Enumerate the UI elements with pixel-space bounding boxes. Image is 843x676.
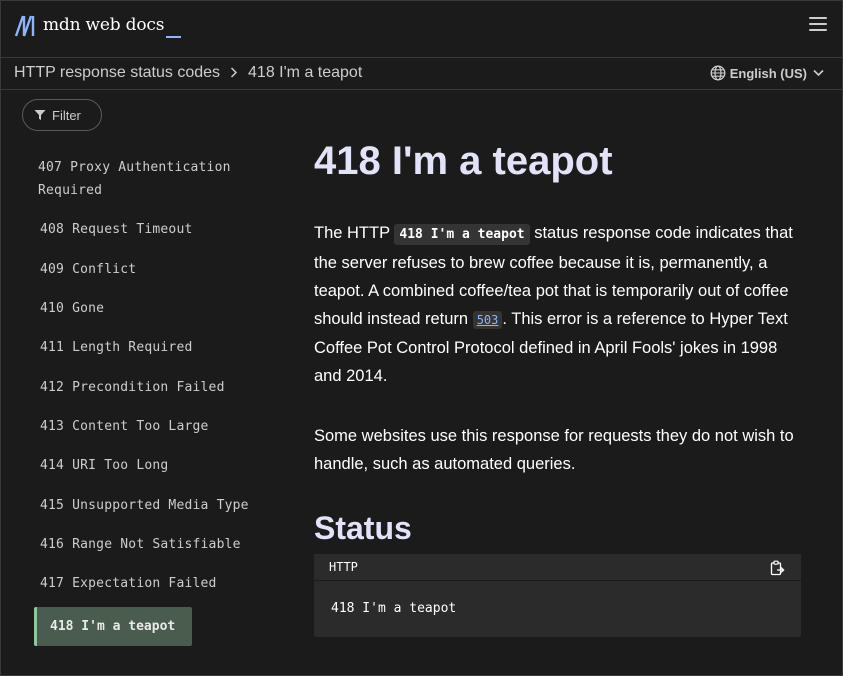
sidebar-item-415[interactable]: 415 Unsupported Media Type [40,494,249,517]
page: mdn web docs HTTP response status codes … [0,0,843,676]
breadcrumb-parent-link[interactable]: HTTP response status codes [14,64,220,82]
code-language-label: HTTP [329,560,358,574]
code-block-header: HTTP [314,554,801,581]
logo-cursor [166,36,182,38]
filter-button[interactable]: Filter [22,99,102,131]
status-heading: Status [314,510,412,546]
breadcrumb: HTTP response status codes 418 I'm a tea… [14,64,362,82]
sidebar-item-417[interactable]: 417 Expectation Failed [40,572,217,595]
sidebar: 407 Proxy Authentication Required 408 Re… [1,151,291,675]
sidebar-item-411[interactable]: 411 Length Required [40,336,193,359]
sidebar-item-410[interactable]: 410 Gone [40,297,104,320]
globe-icon [710,65,726,81]
main-content: 418 I'm a teapot The HTTP 418 I'm a teap… [314,137,804,548]
breadcrumb-current[interactable]: 418 I'm a teapot [248,64,362,82]
hamburger-menu-icon[interactable] [809,17,827,33]
mdn-logo[interactable]: mdn web docs [14,14,182,40]
sidebar-item-412[interactable]: 412 Precondition Failed [40,376,225,399]
sidebar-item-408[interactable]: 408 Request Timeout [40,218,193,241]
chevron-right-icon [230,66,238,81]
second-paragraph: Some websites use this response for requ… [314,427,794,473]
code-block: HTTP 418 I'm a teapot [314,554,801,637]
sidebar-item-414[interactable]: 414 URI Too Long [40,454,168,477]
chevron-down-icon [813,69,824,77]
filter-label: Filter [52,107,81,123]
breadcrumb-bar: HTTP response status codes 418 I'm a tea… [1,58,842,90]
logo-text: mdn web docs [43,15,165,35]
intro-paragraph: The HTTP 418 I'm a teapot status respons… [314,219,804,390]
code-block-content: 418 I'm a teapot [331,601,457,616]
intro-text-before: The HTTP [314,224,395,242]
sidebar-item-416[interactable]: 416 Range Not Satisfiable [40,533,241,556]
filter-icon [34,110,46,120]
language-selector[interactable]: English (US) [710,65,828,81]
sidebar-item-409[interactable]: 409 Conflict [40,258,136,281]
page-title: 418 I'm a teapot [314,139,613,183]
sidebar-item-407[interactable]: 407 Proxy Authentication Required [38,156,258,202]
language-label: English (US) [729,65,807,81]
mdn-logo-icon [14,15,35,37]
sidebar-item-418-active[interactable]: 418 I'm a teapot [34,607,192,646]
inline-code-418: 418 I'm a teapot [394,224,530,245]
top-navigation: mdn web docs [1,1,842,58]
copy-icon[interactable] [769,559,785,586]
link-503[interactable]: 503 [472,311,503,329]
sidebar-item-413[interactable]: 413 Content Too Large [40,415,209,438]
